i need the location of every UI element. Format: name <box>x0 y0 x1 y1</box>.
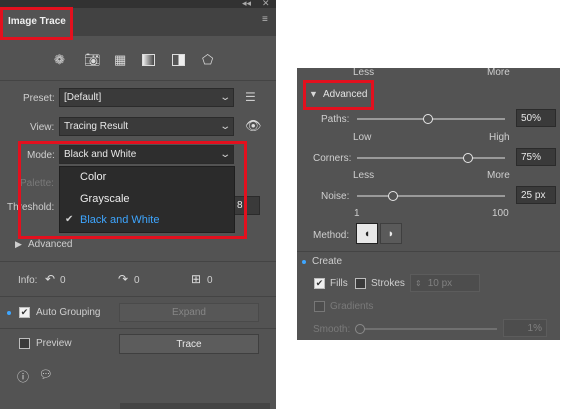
paths-label: Paths: <box>321 114 350 125</box>
preset-dropdown[interactable]: [Default] ⌄ <box>59 88 234 107</box>
preview-checkbox[interactable] <box>19 338 30 349</box>
expand-arrow-icon[interactable]: ▶ <box>15 239 22 250</box>
divider <box>0 296 276 297</box>
smooth-label: Smooth: <box>313 324 351 335</box>
auto-grouping-label: Auto Grouping <box>36 307 101 318</box>
expand-label: Expand <box>172 307 206 318</box>
blue-dot-indicator <box>302 260 306 264</box>
method-label: Method: <box>313 230 350 241</box>
noise-slider-knob[interactable] <box>387 191 398 201</box>
strokes-checkbox[interactable] <box>355 278 366 289</box>
resize-strip <box>120 403 270 409</box>
blue-dot-indicator <box>7 311 11 315</box>
info-paths-count: 0 <box>60 275 66 286</box>
less-label: Less <box>353 170 375 181</box>
fills-label: Fills <box>330 278 348 289</box>
corners-label: Corners: <box>313 153 352 164</box>
noise-value: 25 px <box>521 189 546 201</box>
high-label: High <box>489 132 510 143</box>
auto-grouping-checkbox[interactable]: ✔ <box>19 307 30 318</box>
panel-menu-icon[interactable]: ≡ <box>262 14 268 25</box>
info-colors-count: 0 <box>207 275 213 286</box>
info-label: Info: <box>18 275 38 286</box>
noise-max-label: 100 <box>492 208 509 219</box>
paths-value-field[interactable]: 50% <box>516 109 556 127</box>
paths-slider-knob[interactable] <box>423 114 434 124</box>
info-circle-icon[interactable]: ⓘ <box>17 368 29 385</box>
advanced-panel: Less More ▼ Advanced Paths: 50% Low High… <box>297 67 560 340</box>
preset-label: Preset: <box>23 93 55 104</box>
noise-min-label: 1 <box>354 208 360 219</box>
noise-slider-track[interactable] <box>357 195 505 197</box>
preset-list-icon[interactable]: ☰ <box>245 90 256 104</box>
corners-value: 75% <box>521 151 542 163</box>
corners-value-field[interactable]: 75% <box>516 148 556 166</box>
smooth-value: 1% <box>527 322 542 334</box>
create-label: Create <box>312 256 343 267</box>
trace-label: Trace <box>176 338 202 350</box>
noise-label: Noise: <box>321 191 350 202</box>
anchors-icon: ↷ <box>118 272 129 286</box>
paths-value: 50% <box>521 112 542 124</box>
title-highlight <box>0 7 73 40</box>
smooth-value-field[interactable]: 1% <box>503 319 547 337</box>
divider <box>0 328 276 329</box>
more-label-top: More <box>487 67 510 78</box>
expand-button[interactable]: Expand <box>119 303 259 322</box>
eye-icon[interactable]: 👁︎ <box>245 118 262 134</box>
smooth-slider-track[interactable] <box>357 328 497 330</box>
preset-value: [Default] <box>64 92 102 103</box>
gradients-checkbox[interactable] <box>314 301 325 312</box>
half-icon[interactable] <box>172 54 185 66</box>
smooth-slider-knob[interactable] <box>355 324 365 334</box>
view-value: Tracing Result <box>64 121 129 132</box>
more-label: More <box>487 170 510 181</box>
auto-color-icon[interactable]: ❁ <box>54 53 65 66</box>
divider <box>0 80 276 81</box>
mode-highlight <box>18 141 247 239</box>
colors-icon: ⊞ <box>191 272 202 286</box>
corners-slider-track[interactable] <box>357 157 505 159</box>
less-label-top: Less <box>353 67 375 78</box>
comment-icon[interactable]: 💬︎ <box>39 368 53 381</box>
info-anchors-count: 0 <box>134 275 140 286</box>
gradient-icon[interactable] <box>142 54 155 66</box>
method-overlapping-button[interactable]: ◗ <box>380 223 402 244</box>
method-abutting-button[interactable]: ◖ <box>356 223 378 244</box>
camera-icon[interactable]: 📷︎ <box>84 53 101 66</box>
chevron-down-icon: ⌄ <box>218 121 231 132</box>
noise-value-field[interactable]: 25 px <box>516 186 556 204</box>
strokes-label: Strokes <box>371 278 405 289</box>
stroke-width-field[interactable]: ⇕ 10 px <box>410 274 480 292</box>
preview-label: Preview <box>36 338 72 349</box>
stepper-icon: ⇕ <box>415 278 422 288</box>
image-trace-panel: ◂◂ ✕ Image Trace ≡ ❁ 📷︎ ▦ ⬠ Preset: [Def… <box>0 0 276 409</box>
corners-slider-knob[interactable] <box>463 153 473 163</box>
grid-icon[interactable]: ▦ <box>114 53 126 66</box>
paths-icon: ↶ <box>45 272 56 286</box>
chevron-down-icon: ⌄ <box>218 92 231 103</box>
low-label: Low <box>353 132 372 143</box>
divider <box>0 261 276 262</box>
trace-button[interactable]: Trace <box>119 334 259 354</box>
gradients-label: Gradients <box>330 301 374 312</box>
fills-checkbox[interactable]: ✔ <box>314 278 325 289</box>
advanced-highlight <box>303 80 374 110</box>
view-label: View: <box>30 122 55 133</box>
view-dropdown[interactable]: Tracing Result ⌄ <box>59 117 234 136</box>
advanced-toggle[interactable]: Advanced <box>28 239 72 250</box>
stroke-width-value: 10 px <box>427 277 453 289</box>
divider <box>297 251 560 252</box>
shape-icon[interactable]: ⬠ <box>202 53 213 66</box>
